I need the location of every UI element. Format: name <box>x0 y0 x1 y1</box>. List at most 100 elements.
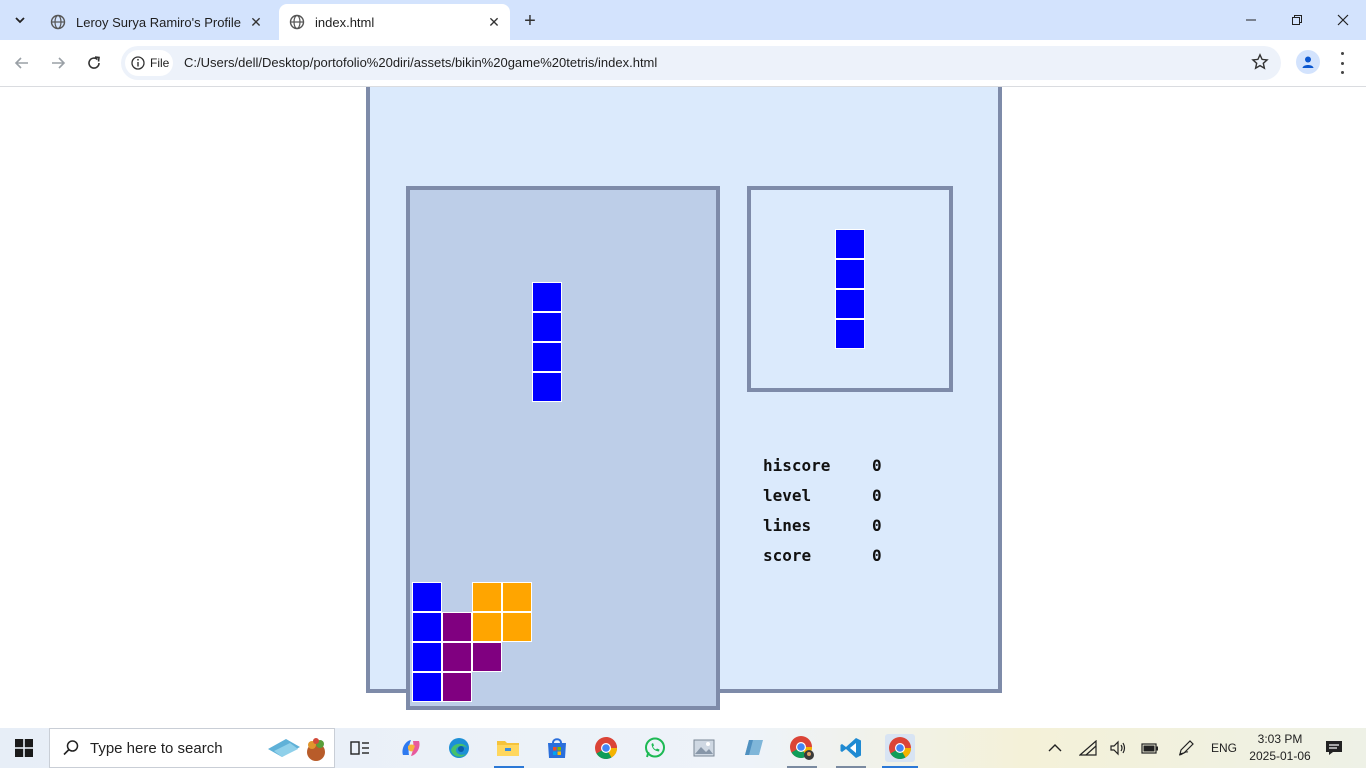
notes-app-button[interactable] <box>738 734 768 762</box>
stat-hiscore: hiscore 0 <box>763 455 923 485</box>
new-tab-button[interactable]: + <box>518 9 542 33</box>
bookmark-button[interactable] <box>1251 53 1269 76</box>
next-i-block <box>835 289 865 319</box>
start-button[interactable] <box>0 728 48 768</box>
stat-label: lines <box>763 516 812 535</box>
settled-t-block <box>442 672 472 702</box>
restore-button[interactable] <box>1274 0 1320 40</box>
task-view-button[interactable] <box>345 734 375 762</box>
clock[interactable]: 3:03 PM 2025-01-06 <box>1240 731 1320 765</box>
stat-label: hiscore <box>763 456 831 475</box>
stat-value: 0 <box>872 456 882 475</box>
vscode-button[interactable] <box>836 734 866 762</box>
tab-title: index.html <box>315 14 375 30</box>
browser-toolbar: File C:/Users/dell/Desktop/portofolio%20… <box>0 40 1366 87</box>
star-icon <box>1251 53 1269 70</box>
language-indicator[interactable]: ENG <box>1206 728 1242 768</box>
tab-index[interactable]: index.html ✕ <box>279 4 510 40</box>
settled-o-block <box>472 612 502 642</box>
taskbar: Type here to search ENG 3:03 PM 2025-01-… <box>0 728 1366 768</box>
chevron-up-icon <box>1048 744 1062 752</box>
search-icon <box>63 740 79 756</box>
tab-close-button[interactable]: ✕ <box>484 12 504 32</box>
windows-icon <box>15 739 33 757</box>
store-button[interactable] <box>542 734 572 762</box>
clock-time: 3:03 PM <box>1257 732 1303 746</box>
site-info-button[interactable]: File <box>125 50 173 76</box>
battery-button[interactable] <box>1138 728 1162 768</box>
settled-t-block <box>442 642 472 672</box>
arrow-left-icon <box>14 57 28 69</box>
search-placeholder: Type here to search <box>90 739 223 757</box>
settled-o-block <box>502 582 532 612</box>
settled-o-block <box>502 612 532 642</box>
taskbar-search[interactable]: Type here to search <box>49 728 335 768</box>
pen-icon <box>1178 740 1194 756</box>
profile-button[interactable] <box>1296 50 1320 74</box>
settled-i-block <box>412 642 442 672</box>
site-info-label: File <box>150 56 170 70</box>
file-explorer-button[interactable] <box>493 734 523 762</box>
settled-o-block <box>472 582 502 612</box>
stat-score: score 0 <box>763 545 923 575</box>
settled-i-block <box>412 612 442 642</box>
falling-i-block <box>532 312 562 342</box>
chrome-icon <box>889 737 911 759</box>
chrome-icon <box>790 736 814 760</box>
minimize-button[interactable] <box>1228 0 1274 40</box>
stat-value: 0 <box>872 516 882 535</box>
wifi-icon <box>1079 740 1097 756</box>
globe-icon <box>289 14 305 30</box>
stat-label: level <box>763 486 812 505</box>
minimize-icon <box>1246 19 1256 21</box>
forward-button[interactable] <box>45 50 71 76</box>
show-hidden-icons-button[interactable] <box>1044 728 1066 768</box>
score-panel: hiscore 0 level 0 lines 0 score 0 <box>763 455 923 575</box>
back-button[interactable] <box>9 50 35 76</box>
settled-t-block <box>442 612 472 642</box>
globe-icon <box>50 14 66 30</box>
tab-close-button[interactable]: ✕ <box>246 12 266 32</box>
tab-search-button[interactable] <box>7 7 33 33</box>
next-i-block <box>835 229 865 259</box>
network-button[interactable] <box>1076 728 1100 768</box>
reload-icon <box>88 56 100 69</box>
stat-label: score <box>763 546 812 565</box>
arrow-right-icon <box>52 57 66 69</box>
copilot-icon <box>402 740 420 756</box>
menu-button[interactable] <box>1336 52 1348 74</box>
url-text[interactable]: C:/Users/dell/Desktop/portofolio%20diri/… <box>184 55 657 70</box>
falling-i-block <box>532 282 562 312</box>
speaker-icon <box>1110 740 1126 756</box>
volume-button[interactable] <box>1106 728 1130 768</box>
vscode-icon <box>840 738 861 758</box>
avatar-icon <box>1302 56 1314 68</box>
photo-viewer-icon <box>693 739 715 757</box>
falling-i-block <box>532 342 562 372</box>
pen-menu-button[interactable] <box>1174 728 1198 768</box>
next-piece-preview <box>747 186 953 392</box>
search-highlight-icon <box>268 738 325 761</box>
edge-button[interactable] <box>444 734 474 762</box>
chevron-down-icon <box>15 17 25 24</box>
notes-icon <box>745 740 763 755</box>
chrome-icon <box>595 737 617 759</box>
close-window-button[interactable] <box>1320 0 1366 40</box>
chrome-profile-button[interactable] <box>787 734 817 762</box>
task-view-icon <box>350 741 369 755</box>
chrome-active-button[interactable] <box>885 734 915 762</box>
info-icon <box>131 56 145 70</box>
address-bar[interactable]: File C:/Users/dell/Desktop/portofolio%20… <box>121 46 1281 80</box>
snipping-tool-button[interactable] <box>689 734 719 762</box>
tab-profile[interactable]: Leroy Surya Ramiro's Profile ✕ <box>40 4 272 40</box>
whatsapp-button[interactable] <box>640 734 670 762</box>
battery-icon <box>1141 743 1158 754</box>
notifications-button[interactable] <box>1320 728 1348 768</box>
settled-i-block <box>412 672 442 702</box>
copilot-button[interactable] <box>396 734 426 762</box>
reload-button[interactable] <box>81 50 107 76</box>
store-icon <box>548 738 566 758</box>
next-i-block <box>835 259 865 289</box>
next-i-block <box>835 319 865 349</box>
chrome-button[interactable] <box>591 734 621 762</box>
